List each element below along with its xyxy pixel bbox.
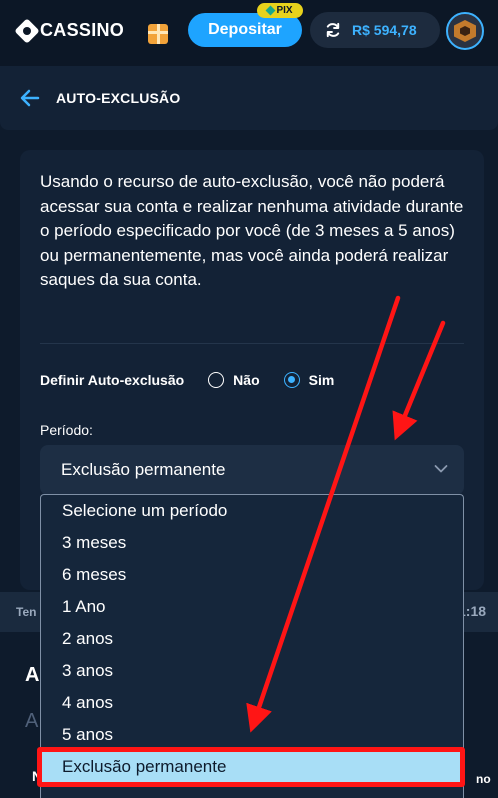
period-select-value: Exclusão permanente [61, 460, 226, 479]
dropdown-option[interactable]: 5 anos [41, 719, 463, 751]
pix-badge-label: PIX [276, 5, 293, 16]
pix-icon [265, 5, 276, 16]
gift-icon[interactable] [148, 24, 168, 44]
dropdown-option[interactable]: 1 Ano [41, 591, 463, 623]
logo-diamond-icon [14, 17, 40, 44]
back-arrow-icon[interactable] [18, 86, 42, 110]
pix-badge: PIX [257, 3, 303, 18]
balance-value: R$ 594,78 [352, 22, 417, 38]
dropdown-option[interactable]: 6 meses [41, 559, 463, 591]
dropdown-option[interactable]: 4 anos [41, 687, 463, 719]
radio-no-circle[interactable] [208, 372, 225, 388]
dropdown-option-selected[interactable]: Exclusão permanente [41, 751, 463, 783]
top-header: CASSINO Depositar PIX R$ 594,78 [0, 0, 498, 66]
self-exclusion-description: Usando o recurso de auto-exclusão, você … [40, 172, 464, 289]
period-select[interactable]: Exclusão permanente [40, 445, 464, 495]
dropdown-option[interactable]: Selecione um período [41, 495, 463, 527]
dropdown-option[interactable]: 3 meses [41, 527, 463, 559]
dropdown-option[interactable]: 2 anos [41, 623, 463, 655]
bottom-right-fragment: no [476, 772, 491, 786]
radio-yes-label: Sim [308, 372, 335, 388]
define-self-exclusion-label: Definir Auto-exclusão [40, 372, 185, 388]
balance-pill[interactable]: R$ 594,78 [310, 12, 440, 48]
refresh-icon[interactable] [324, 21, 342, 39]
radio-yes[interactable]: Sim [283, 372, 335, 388]
avatar[interactable] [446, 12, 484, 50]
period-label: Período: [40, 422, 93, 438]
define-self-exclusion-row: Definir Auto-exclusão Não Sim [40, 370, 358, 390]
page-title-bar: AUTO-EXCLUSÃO [0, 66, 498, 130]
bottom-subtext-fragment: A [25, 710, 39, 732]
radio-yes-circle[interactable] [283, 372, 300, 388]
deposit-button[interactable]: Depositar [188, 13, 302, 47]
info-strip-left-text: Ten [16, 605, 37, 619]
logo[interactable]: CASSINO [14, 17, 125, 44]
page: CASSINO Depositar PIX R$ 594,78 AUTO-EXC… [0, 0, 498, 798]
period-dropdown-list[interactable]: Selecione um período 3 meses 6 meses 1 A… [40, 494, 464, 798]
divider [40, 343, 464, 344]
level-badge-icon [454, 20, 476, 42]
page-title: AUTO-EXCLUSÃO [56, 90, 181, 106]
chevron-down-icon [434, 465, 448, 473]
logo-text: CASSINO [40, 20, 125, 40]
radio-no-label: Não [233, 372, 260, 388]
bottom-heading-fragment: A [25, 664, 40, 686]
dropdown-option[interactable]: 3 anos [41, 655, 463, 687]
radio-no[interactable]: Não [208, 372, 260, 388]
